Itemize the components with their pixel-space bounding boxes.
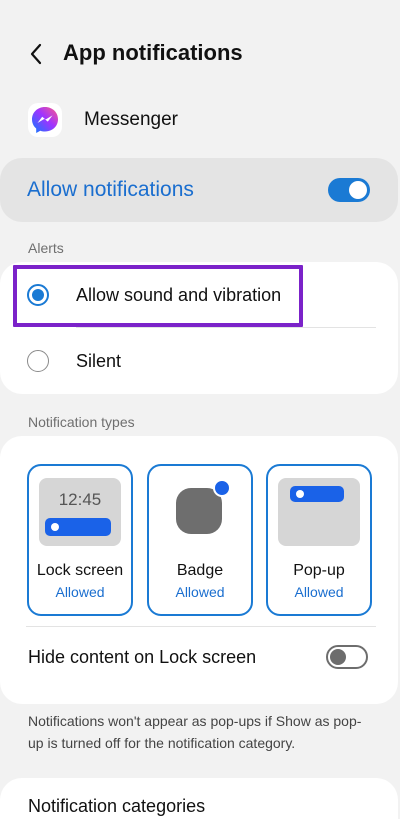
back-button[interactable] [22,40,50,68]
notification-types-card: 12:45 Lock screen Allowed Badge Allowed … [0,436,398,704]
alert-option-sound-vibration[interactable]: Allow sound and vibration [0,264,398,326]
hide-content-toggle[interactable] [326,645,368,669]
alerts-card: Allow sound and vibration Silent [0,262,398,394]
notification-categories-row[interactable]: Notification categories [0,778,398,819]
lock-screen-clock: 12:45 [58,490,102,509]
toggle-knob [330,649,346,665]
chevron-left-icon [30,43,42,65]
alert-option-silent[interactable]: Silent [0,330,398,392]
divider [76,327,376,328]
footnote: Notifications won't appear as pop-ups if… [28,713,362,751]
page-title: App notifications [63,40,243,65]
radio-unselected[interactable] [27,350,49,372]
app-name: Messenger [84,109,178,130]
type-tile-badge[interactable]: Badge Allowed [147,464,253,616]
popup-bar-icon [290,486,344,502]
messenger-icon [28,103,62,137]
divider [26,626,376,627]
type-tile-lock-screen[interactable]: 12:45 Lock screen Allowed [27,464,133,616]
alerts-section-label: Alerts [28,240,64,256]
toggle-knob [349,181,367,199]
badge-dot-icon [213,479,231,497]
header: App notifications [0,0,400,108]
notification-categories-label: Notification categories [28,796,206,816]
radio-selected[interactable] [27,284,49,306]
lock-screen-preview: 12:45 [39,478,121,546]
type-tile-name: Pop-up [293,562,345,579]
hide-content-row[interactable]: Hide content on Lock screen [0,632,398,682]
badge-preview-icon [176,479,231,534]
type-tile-pop-up[interactable]: Pop-up Allowed [266,464,372,616]
alert-option-label: Allow sound and vibration [76,284,282,305]
type-tile-status: Allowed [294,584,344,600]
type-tile-status: Allowed [55,584,105,600]
type-tile-name: Badge [176,562,224,579]
app-info-row: Messenger [28,102,368,138]
notification-bar-icon [45,518,111,536]
hide-content-label: Hide content on Lock screen [28,646,257,667]
notification-types-section-label: Notification types [28,414,135,430]
type-tile-status: Allowed [175,584,225,600]
allow-notifications-toggle[interactable] [328,178,370,202]
alert-option-label: Silent [76,350,122,371]
type-tile-name: Lock screen [36,562,124,579]
allow-notifications-label: Allow notifications [27,178,194,201]
pop-up-preview [278,478,360,546]
allow-notifications-row[interactable]: Allow notifications [0,158,398,222]
